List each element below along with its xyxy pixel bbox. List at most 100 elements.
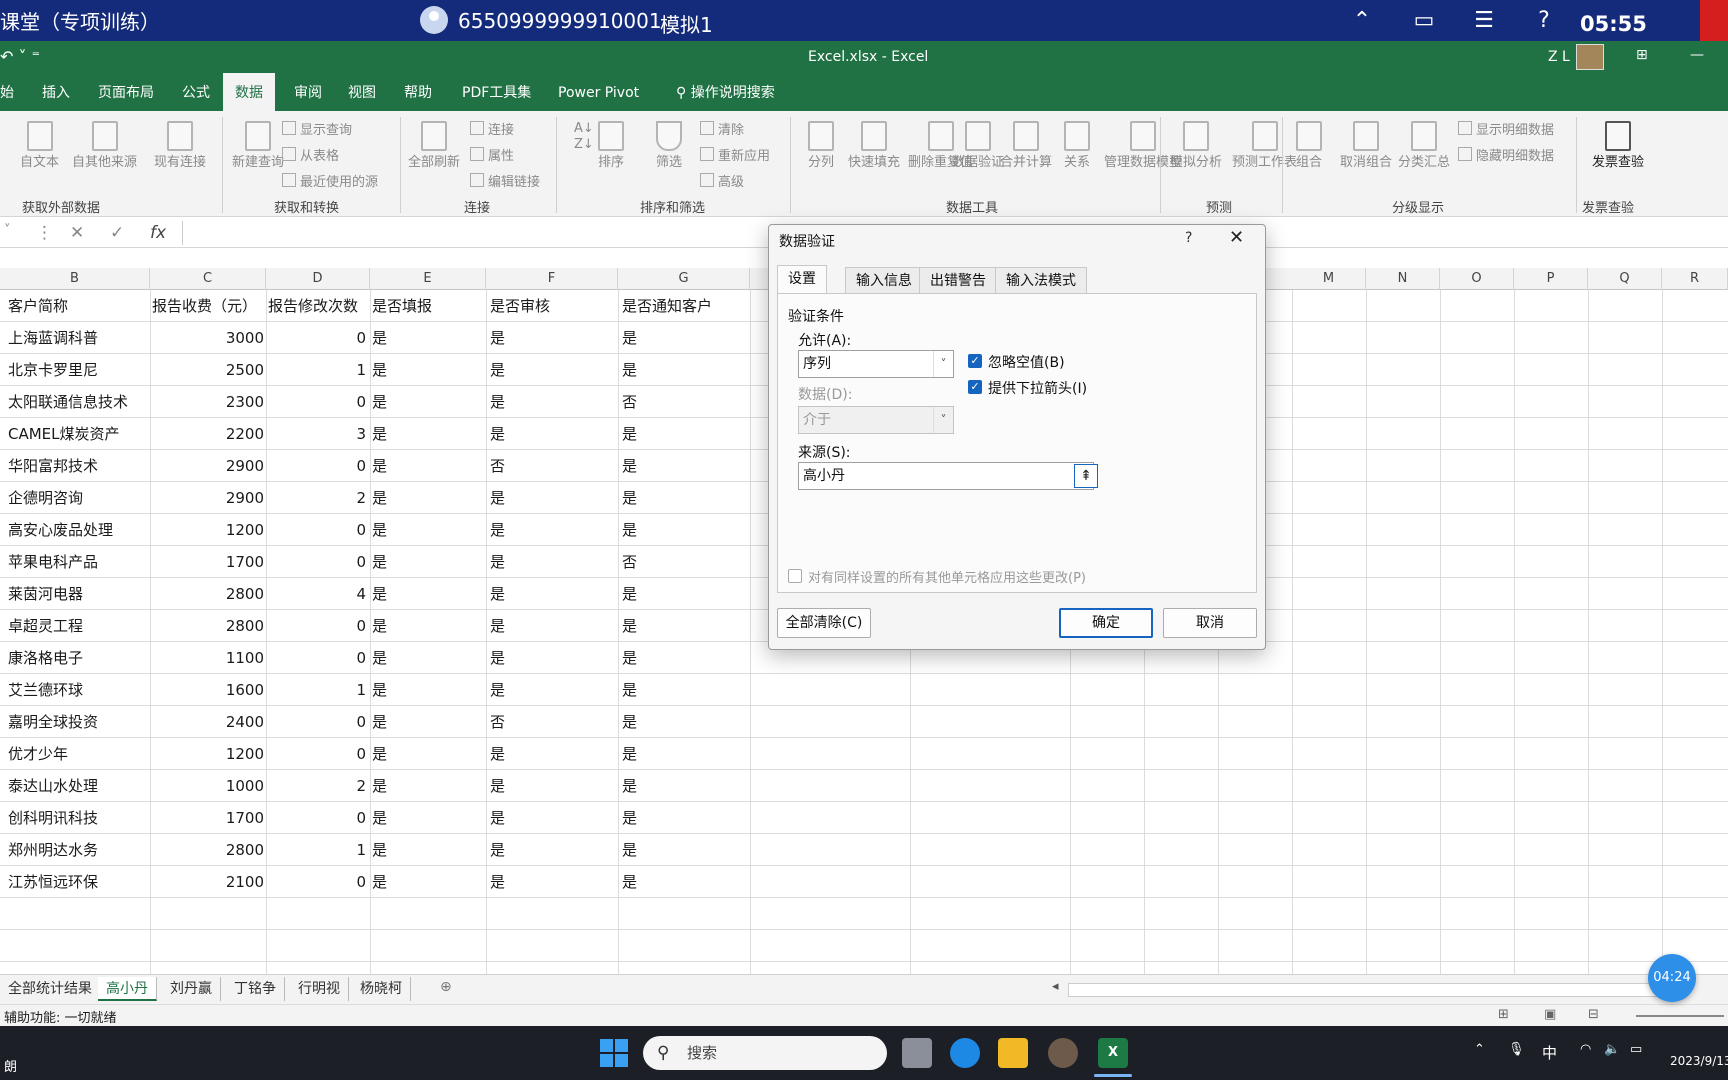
column-header-c[interactable]: C xyxy=(150,268,266,290)
column-header-r[interactable]: R xyxy=(1662,268,1728,290)
apply-all-checkbox[interactable] xyxy=(788,569,802,583)
table-cell[interactable]: 3 xyxy=(268,418,366,450)
edit-links-button[interactable]: 编辑链接 xyxy=(470,171,540,190)
tab-pdf-tools[interactable]: PDF工具集 xyxy=(450,73,543,111)
table-cell[interactable]: 华阳富邦技术 xyxy=(8,450,148,482)
table-cell[interactable]: 0 xyxy=(268,514,366,546)
table-cell[interactable]: 1700 xyxy=(152,802,264,834)
table-cell[interactable]: 是 xyxy=(490,482,614,514)
table-cell[interactable]: 是 xyxy=(622,450,748,482)
app-icon[interactable] xyxy=(1048,1038,1078,1068)
table-cell[interactable]: 1200 xyxy=(152,514,264,546)
table-cell[interactable]: 是 xyxy=(490,386,614,418)
table-cell[interactable]: 0 xyxy=(268,546,366,578)
table-cell[interactable]: 卓超灵工程 xyxy=(8,610,148,642)
table-cell[interactable]: 是 xyxy=(490,770,614,802)
table-cell[interactable]: 1100 xyxy=(152,642,264,674)
table-cell[interactable]: 是 xyxy=(490,578,614,610)
table-cell[interactable]: 是 xyxy=(622,834,748,866)
column-header-p[interactable]: P xyxy=(1514,268,1588,290)
table-cell[interactable]: 0 xyxy=(268,802,366,834)
table-cell[interactable]: 是 xyxy=(372,802,482,834)
clear-filter-button[interactable]: 清除 xyxy=(700,119,744,138)
ribbon-display-icon[interactable]: ⊞ xyxy=(1636,47,1648,63)
properties-button[interactable]: 属性 xyxy=(470,145,514,164)
reapply-button[interactable]: 重新应用 xyxy=(700,145,770,164)
table-cell[interactable]: 1200 xyxy=(152,738,264,770)
table-cell[interactable]: 是 xyxy=(490,418,614,450)
table-cell[interactable]: 优才少年 xyxy=(8,738,148,770)
table-cell[interactable]: 是 xyxy=(372,706,482,738)
text-to-columns-button[interactable]: 分列 xyxy=(808,121,834,171)
table-cell[interactable]: 是 xyxy=(372,322,482,354)
battery-icon[interactable]: ▭ xyxy=(1630,1042,1642,1057)
file-explorer-icon[interactable] xyxy=(998,1038,1028,1068)
show-queries-button[interactable]: 显示查询 xyxy=(282,119,352,138)
header-cell[interactable]: 是否审核 xyxy=(490,290,614,322)
table-cell[interactable]: 郑州明达水务 xyxy=(8,834,148,866)
tab-review[interactable]: 审阅 xyxy=(282,73,334,111)
table-cell[interactable]: 是 xyxy=(372,418,482,450)
table-cell[interactable]: 是 xyxy=(622,354,748,386)
column-header-n[interactable]: N xyxy=(1366,268,1440,290)
table-cell[interactable]: 2 xyxy=(268,770,366,802)
table-cell[interactable]: 是 xyxy=(372,386,482,418)
table-cell[interactable]: 否 xyxy=(622,386,748,418)
allow-select[interactable]: 序列 ˅ xyxy=(798,350,954,378)
from-text-button[interactable]: 自文本 xyxy=(20,121,59,171)
flash-fill-button[interactable]: 快速填充 xyxy=(848,121,900,171)
table-cell[interactable]: 是 xyxy=(622,322,748,354)
table-cell[interactable]: 0 xyxy=(268,386,366,418)
ignore-blank-checkbox[interactable]: ✓ xyxy=(968,354,982,368)
table-cell[interactable]: 是 xyxy=(622,706,748,738)
help-icon[interactable]: ? xyxy=(1185,230,1192,246)
table-cell[interactable]: 否 xyxy=(622,546,748,578)
table-cell[interactable]: 2800 xyxy=(152,610,264,642)
zoom-slider[interactable] xyxy=(1636,1015,1724,1017)
source-input[interactable]: 高小丹 xyxy=(798,462,1094,490)
table-cell[interactable]: 是 xyxy=(622,610,748,642)
table-cell[interactable]: 是 xyxy=(372,514,482,546)
table-cell[interactable]: 是 xyxy=(622,482,748,514)
help-icon[interactable]: ? xyxy=(1530,8,1558,34)
tab-home[interactable]: 始 xyxy=(0,73,26,111)
tab-settings[interactable]: 设置 xyxy=(777,265,827,293)
what-if-button[interactable]: 模拟分析 xyxy=(1170,121,1222,171)
taskbar-search[interactable]: ⚲ 搜索 xyxy=(643,1036,887,1070)
table-cell[interactable]: 是 xyxy=(490,354,614,386)
list-icon[interactable]: ☰ xyxy=(1470,8,1498,34)
table-cell[interactable]: 2300 xyxy=(152,386,264,418)
table-cell[interactable]: 0 xyxy=(268,642,366,674)
timer-badge[interactable]: 04:24 xyxy=(1648,954,1696,1002)
tab-formulas[interactable]: 公式 xyxy=(170,73,222,111)
recent-sources-button[interactable]: 最近使用的源 xyxy=(282,171,378,190)
table-cell[interactable]: 是 xyxy=(372,674,482,706)
table-cell[interactable]: 是 xyxy=(622,738,748,770)
table-cell[interactable]: 泰达山水处理 xyxy=(8,770,148,802)
table-cell[interactable]: 2400 xyxy=(152,706,264,738)
sheet-tab-yang[interactable]: 杨晓柯 xyxy=(352,977,411,1001)
collapse-icon[interactable]: ⌃ xyxy=(1348,8,1376,34)
sort-az-icon[interactable]: A↓ Z↓ xyxy=(574,121,594,153)
table-cell[interactable]: 3000 xyxy=(152,322,264,354)
table-cell[interactable]: 创科明讯科技 xyxy=(8,802,148,834)
name-box-dropdown-icon[interactable]: ˅ xyxy=(4,223,11,238)
table-cell[interactable]: 是 xyxy=(372,482,482,514)
table-cell[interactable]: 是 xyxy=(490,642,614,674)
table-cell[interactable]: 是 xyxy=(372,610,482,642)
from-other-sources-button[interactable]: 自其他来源 xyxy=(72,121,137,171)
table-cell[interactable]: 是 xyxy=(490,834,614,866)
table-cell[interactable]: 2100 xyxy=(152,866,264,898)
table-cell[interactable]: 2900 xyxy=(152,482,264,514)
minimize-icon[interactable]: — xyxy=(1690,47,1704,63)
page-layout-icon[interactable]: ▣ xyxy=(1544,1007,1556,1022)
ungroup-button[interactable]: 取消组合 xyxy=(1340,121,1392,171)
table-cell[interactable]: 是 xyxy=(372,770,482,802)
table-cell[interactable]: 1 xyxy=(268,674,366,706)
column-header-o[interactable]: O xyxy=(1440,268,1514,290)
table-cell[interactable]: 是 xyxy=(372,834,482,866)
header-cell[interactable]: 报告修改次数 xyxy=(268,290,366,322)
clear-all-button[interactable]: 全部清除(C) xyxy=(777,608,871,638)
table-cell[interactable]: CAMEL煤炭资产 xyxy=(8,418,148,450)
tab-power-pivot[interactable]: Power Pivot xyxy=(546,73,651,111)
